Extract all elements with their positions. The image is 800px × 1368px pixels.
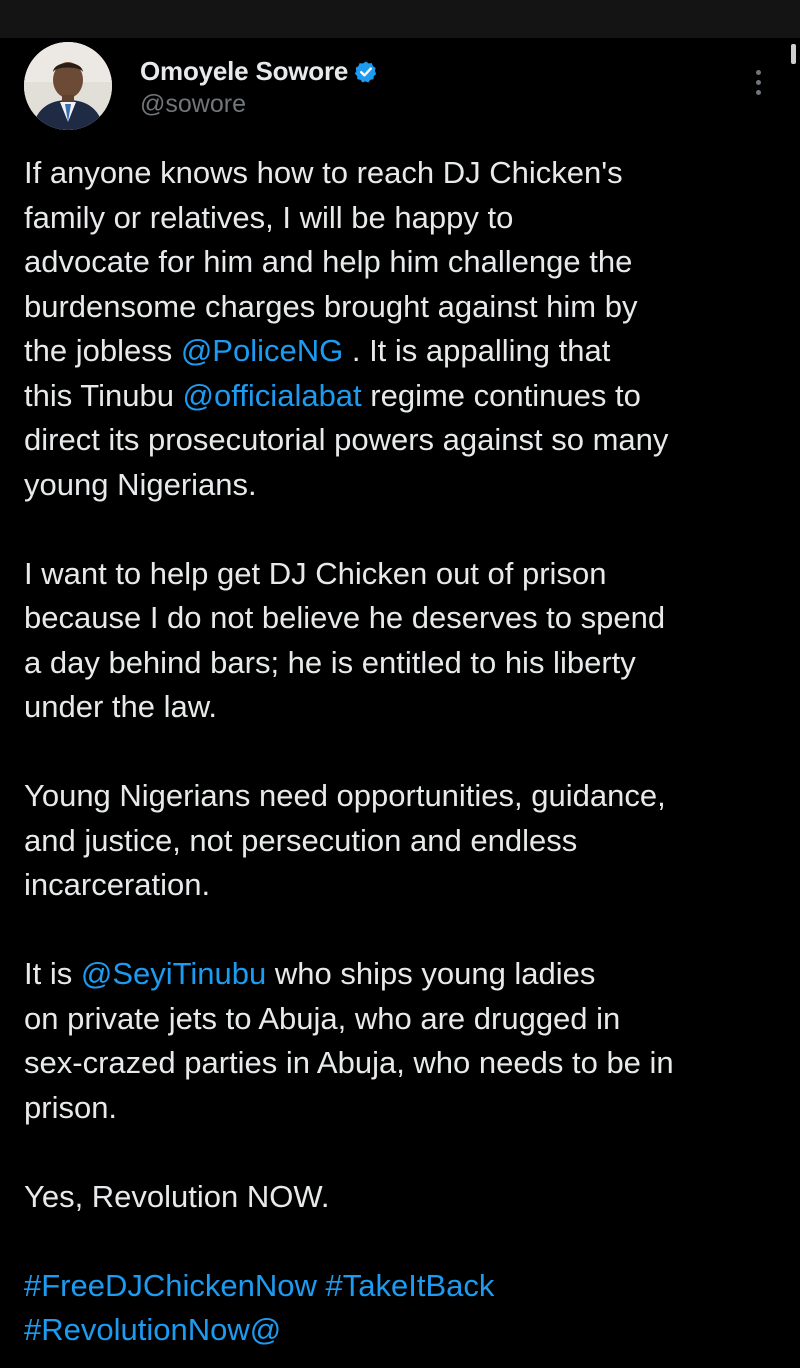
verified-badge-icon [354,60,378,84]
tweet-line: I want to help get DJ Chicken out of pri… [24,555,607,591]
tweet-paragraph: I want to help get DJ Chicken out of pri… [24,552,776,730]
tweet-header: Omoyele Sowore @sowore [24,42,776,134]
author-handle[interactable]: @sowore [140,90,246,119]
author-display-name[interactable]: Omoyele Sowore [140,56,348,87]
scrollbar-thumb[interactable] [791,44,796,64]
tweet-line: It is [24,956,81,991]
trailing-mention-link[interactable]: @ [250,1312,281,1347]
tweet-line: incarceration. [24,867,211,902]
tweet-line: advocate for him and help him challenge … [24,244,633,279]
tweet-line: sex-crazed parties in Abuja, who needs t… [24,1045,674,1080]
tweet-line: and justice, not persecution and endless [24,822,578,858]
hashtag-link-revolutionnow[interactable]: #RevolutionNow [24,1312,250,1347]
tweet-line: because I do not believe he deserves to … [24,600,666,635]
tweet-paragraph: If anyone knows how to reach DJ Chicken'… [24,151,776,507]
more-vertical-icon[interactable] [746,62,770,102]
author-name-row: Omoyele Sowore [140,56,378,87]
tweet-line: this Tinubu [24,377,183,413]
tweet-line: on private jets to Abuja, who are drugge… [24,1000,621,1036]
tweet-paragraph: Yes, Revolution NOW. [24,1175,776,1220]
tweet-line: Yes, Revolution NOW. [24,1178,330,1214]
mention-link-officialabat[interactable]: @officialabat [183,378,362,413]
tweet-line: the jobless [24,333,181,368]
avatar[interactable] [24,42,112,130]
mention-link-policeng[interactable]: @PoliceNG [181,333,343,368]
tweet-line: young Nigerians. [24,466,257,502]
tweet-line: burdensome charges brought against him b… [24,288,638,324]
tweet-line: a day behind bars; he is entitled to his… [24,644,636,680]
hashtag-paragraph: #FreeDJChickenNow #TakeItBack #Revolutio… [24,1264,776,1353]
tweet-line: If anyone knows how to reach DJ Chicken'… [24,155,623,190]
tweet-line: prison. [24,1089,118,1125]
mention-link-seyitinubu[interactable]: @SeyiTinubu [81,956,266,991]
hashtag-link-freedjchickennow[interactable]: #FreeDJChickenNow [24,1268,317,1303]
tweet-paragraph: Young Nigerians need opportunities, guid… [24,774,776,908]
top-status-bar [0,0,800,38]
tweet-paragraph: It is @SeyiTinubu who ships young ladies… [24,952,776,1130]
tweet-line: under the law. [24,689,218,724]
tweet-text: If anyone knows how to reach DJ Chicken'… [24,151,776,1353]
tweet-line: regime continues to [361,377,641,413]
tweet-line: who ships young ladies [266,956,596,991]
tweet-line: Young Nigerians need opportunities, guid… [24,778,666,813]
tweet-line: family or relatives, I will be happy to [24,199,514,235]
hashtag-link-takeitback[interactable]: #TakeItBack [326,1268,495,1303]
tweet-line: direct its prosecutorial powers against … [24,422,669,457]
tweet-line: . It is appalling that [343,333,611,368]
